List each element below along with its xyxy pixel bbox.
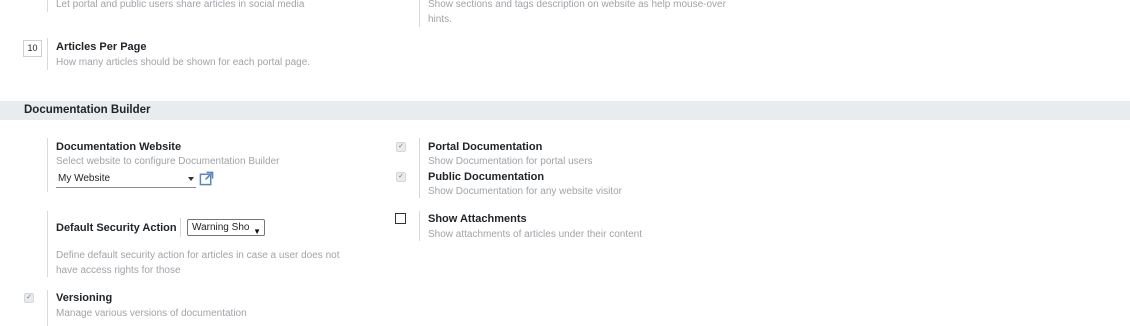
setting-divider: [47, 138, 48, 192]
show-attachments-checkbox[interactable]: [395, 213, 406, 224]
setting-divider: [47, 38, 48, 70]
section-header: [0, 101, 1130, 120]
share-articles-description: Let portal and public users share articl…: [56, 0, 305, 10]
show-attachments-title: Show Attachments: [428, 213, 527, 225]
setting-divider: [419, 211, 420, 241]
section-title: Documentation Builder: [24, 104, 151, 116]
public-documentation-title: Public Documentation: [428, 171, 545, 183]
setting-divider: [47, 211, 48, 277]
chevron-down-icon[interactable]: [188, 177, 194, 181]
chevron-down-icon[interactable]: ▼: [253, 224, 261, 235]
versioning-title: Versioning: [56, 292, 113, 304]
documentation-website-title: Documentation Website: [56, 141, 182, 153]
show-attachments-description: Show attachments of articles under their…: [428, 229, 643, 240]
external-link-icon[interactable]: [199, 171, 214, 186]
setting-divider: [47, 0, 48, 12]
public-documentation-checkbox[interactable]: ✓: [396, 172, 406, 182]
documentation-website-description: Select website to configure Documentatio…: [56, 156, 280, 167]
versioning-description: Manage various versions of documentation: [56, 308, 247, 319]
articles-per-page-description: How many articles should be shown for ea…: [56, 57, 311, 68]
public-documentation-description: Show Documentation for any website visit…: [428, 186, 622, 197]
articles-per-page-title: Articles Per Page: [56, 41, 147, 53]
setting-divider: [419, 138, 420, 198]
security-action-select[interactable]: Warning Sho ▼: [187, 219, 265, 236]
versioning-checkbox[interactable]: ✓: [24, 293, 34, 303]
setting-divider: [419, 0, 420, 27]
setting-divider: [180, 218, 181, 237]
default-security-action-title: Default Security Action: [56, 222, 177, 234]
default-security-action-description: Define default security action for artic…: [56, 250, 340, 276]
articles-per-page-input[interactable]: 10: [23, 40, 42, 57]
hints-description: Show sections and tags description on we…: [428, 0, 726, 25]
setting-divider: [47, 290, 48, 326]
website-select[interactable]: My Website: [56, 171, 196, 188]
portal-documentation-title: Portal Documentation: [428, 141, 543, 153]
portal-documentation-checkbox[interactable]: ✓: [396, 142, 406, 152]
website-select-value: My Website: [58, 173, 111, 184]
security-action-value: Warning Sho: [192, 222, 250, 233]
portal-documentation-description: Show Documentation for portal users: [428, 156, 593, 167]
